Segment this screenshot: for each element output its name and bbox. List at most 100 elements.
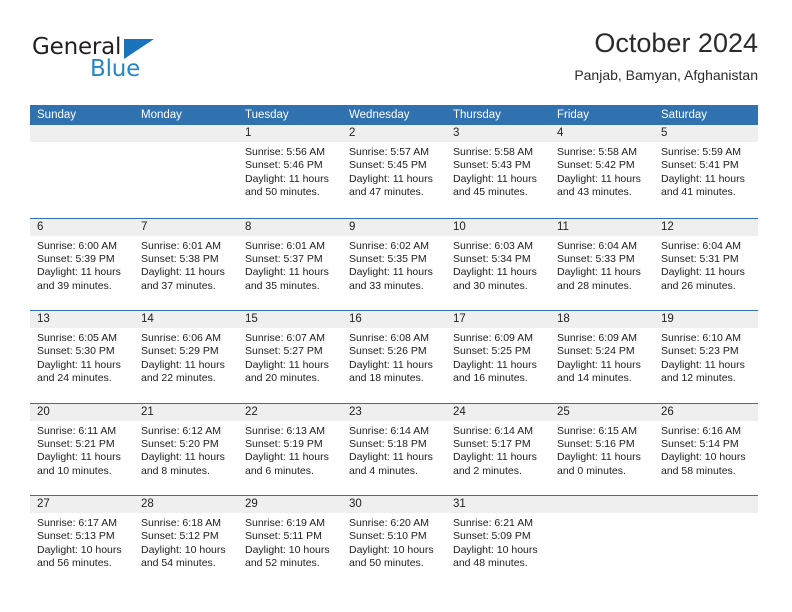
day-number bbox=[134, 125, 238, 142]
daylight-text: Daylight: 11 hours and 22 minutes. bbox=[141, 358, 225, 385]
weekday-header-wednesday: Wednesday bbox=[349, 109, 410, 121]
calendar-day-cell[interactable]: 11 Sunrise: 6:04 AM Sunset: 5:33 PM Dayligh… bbox=[550, 218, 654, 310]
day-number: 8 bbox=[238, 218, 342, 236]
day-details: Sunrise: 6:06 AM Sunset: 5:29 PM Daylight:… bbox=[134, 328, 238, 386]
day-number: 26 bbox=[654, 403, 758, 421]
sunset-text: Sunset: 5:09 PM bbox=[453, 530, 531, 543]
calendar-day-cell[interactable]: 2 Sunrise: 5:57 AM Sunset: 5:45 PM Daylight… bbox=[342, 125, 446, 218]
calendar-day-cell[interactable]: 7 Sunrise: 6:01 AM Sunset: 5:38 PM Daylight… bbox=[134, 218, 238, 310]
calendar-day-cell[interactable]: 21 Sunrise: 6:12 AM Sunset: 5:20 PM Dayligh… bbox=[134, 403, 238, 495]
day-number: 18 bbox=[550, 311, 654, 328]
calendar-day-cell[interactable]: 9 Sunrise: 6:02 AM Sunset: 5:35 PM Daylight… bbox=[342, 218, 446, 310]
daylight-text: Daylight: 10 hours and 48 minutes. bbox=[453, 543, 538, 570]
calendar-day-cell[interactable]: 3 Sunrise: 5:58 AM Sunset: 5:43 PM Daylight… bbox=[446, 125, 550, 218]
day-number: 1 bbox=[238, 125, 342, 142]
calendar-day-cell-empty bbox=[550, 496, 654, 588]
daylight-text: Daylight: 11 hours and 33 minutes. bbox=[349, 266, 433, 292]
sunrise-text: Sunrise: 6:06 AM bbox=[141, 332, 221, 344]
day-number bbox=[550, 496, 654, 513]
day-number: 24 bbox=[446, 403, 550, 421]
daylight-text: Daylight: 10 hours and 58 minutes. bbox=[661, 451, 746, 477]
calendar-day-cell[interactable]: 8 Sunrise: 6:01 AM Sunset: 5:37 PM Daylight… bbox=[238, 218, 342, 310]
day-number: 30 bbox=[342, 496, 446, 513]
day-details: Sunrise: 6:12 AM Sunset: 5:20 PM Daylight:… bbox=[134, 421, 238, 479]
day-details: Sunrise: 6:05 AM Sunset: 5:30 PM Daylight:… bbox=[30, 328, 134, 386]
daylight-text: Daylight: 10 hours and 56 minutes. bbox=[37, 543, 122, 570]
day-details: Sunrise: 6:17 AM Sunset: 5:13 PM Daylight:… bbox=[30, 513, 134, 571]
day-details: Sunrise: 6:19 AM Sunset: 5:11 PM Daylight:… bbox=[238, 513, 342, 571]
calendar-day-cell[interactable]: 24 Sunrise: 6:14 AM Sunset: 5:17 PM Dayligh… bbox=[446, 403, 550, 495]
sunrise-text: Sunrise: 6:02 AM bbox=[349, 239, 429, 252]
daylight-text: Daylight: 11 hours and 43 minutes. bbox=[557, 172, 641, 199]
sunset-text: Sunset: 5:34 PM bbox=[453, 252, 531, 265]
sunrise-text: Sunrise: 5:58 AM bbox=[453, 146, 533, 158]
calendar-week-row: 1 Sunrise: 5:56 AM Sunset: 5:46 PM Daylight… bbox=[30, 125, 758, 218]
day-details: Sunrise: 5:57 AM Sunset: 5:45 PM Daylight:… bbox=[342, 142, 446, 200]
calendar-week-row: 20 Sunrise: 6:11 AM Sunset: 5:21 PM Dayligh… bbox=[30, 402, 758, 495]
page-title: October 2024 bbox=[594, 28, 758, 58]
sunset-text: Sunset: 5:12 PM bbox=[141, 530, 219, 543]
day-details: Sunrise: 5:56 AM Sunset: 5:46 PM Daylight:… bbox=[238, 142, 342, 200]
day-number: 28 bbox=[134, 496, 238, 513]
day-number bbox=[654, 496, 758, 513]
calendar-day-cell[interactable]: 16 Sunrise: 6:08 AM Sunset: 5:26 PM Dayligh… bbox=[342, 311, 446, 403]
day-number: 16 bbox=[342, 311, 446, 328]
daylight-text: Daylight: 11 hours and 24 minutes. bbox=[37, 358, 121, 385]
calendar-day-cell[interactable]: 15 Sunrise: 6:07 AM Sunset: 5:27 PM Dayligh… bbox=[238, 311, 342, 403]
sunrise-text: Sunrise: 6:16 AM bbox=[661, 424, 741, 437]
sunset-text: Sunset: 5:14 PM bbox=[661, 437, 739, 450]
calendar-day-cell[interactable]: 20 Sunrise: 6:11 AM Sunset: 5:21 PM Dayligh… bbox=[30, 403, 134, 495]
calendar-day-cell[interactable]: 19 Sunrise: 6:10 AM Sunset: 5:23 PM Dayligh… bbox=[654, 311, 758, 403]
daylight-text: Daylight: 10 hours and 50 minutes. bbox=[349, 543, 434, 570]
calendar-day-cell[interactable]: 22 Sunrise: 6:13 AM Sunset: 5:19 PM Dayligh… bbox=[238, 403, 342, 495]
daylight-text: Daylight: 11 hours and 8 minutes. bbox=[141, 451, 225, 477]
calendar-day-cell[interactable]: 29 Sunrise: 6:19 AM Sunset: 5:11 PM Dayligh… bbox=[238, 496, 342, 588]
sunrise-text: Sunrise: 6:17 AM bbox=[37, 517, 117, 529]
sunrise-text: Sunrise: 6:04 AM bbox=[557, 239, 637, 252]
day-number: 3 bbox=[446, 125, 550, 142]
calendar-day-cell[interactable]: 28 Sunrise: 6:18 AM Sunset: 5:12 PM Dayligh… bbox=[134, 496, 238, 588]
calendar-day-cell[interactable]: 27 Sunrise: 6:17 AM Sunset: 5:13 PM Dayligh… bbox=[30, 496, 134, 588]
calendar-day-cell[interactable]: 6 Sunrise: 6:00 AM Sunset: 5:39 PM Daylight… bbox=[30, 218, 134, 310]
generalblue-logo[interactable]: General Blue bbox=[30, 34, 250, 92]
calendar-day-cell[interactable]: 10 Sunrise: 6:03 AM Sunset: 5:34 PM Dayligh… bbox=[446, 218, 550, 310]
calendar-day-cell[interactable]: 5 Sunrise: 5:59 AM Sunset: 5:41 PM Daylight… bbox=[654, 125, 758, 218]
day-details: Sunrise: 6:07 AM Sunset: 5:27 PM Daylight:… bbox=[238, 328, 342, 386]
calendar-day-cell[interactable]: 18 Sunrise: 6:09 AM Sunset: 5:24 PM Dayligh… bbox=[550, 311, 654, 403]
weekday-header-friday: Friday bbox=[557, 109, 589, 121]
day-details: Sunrise: 6:14 AM Sunset: 5:18 PM Daylight:… bbox=[342, 421, 446, 479]
sunset-text: Sunset: 5:29 PM bbox=[141, 345, 219, 358]
calendar-day-cell[interactable]: 12 Sunrise: 6:04 AM Sunset: 5:31 PM Dayligh… bbox=[654, 218, 758, 310]
calendar-day-cell[interactable]: 4 Sunrise: 5:58 AM Sunset: 5:42 PM Daylight… bbox=[550, 125, 654, 218]
day-number: 22 bbox=[238, 403, 342, 421]
page-subtitle: Panjab, Bamyan, Afghanistan bbox=[574, 67, 758, 83]
weekday-header-monday: Monday bbox=[141, 109, 182, 121]
calendar-day-cell[interactable]: 30 Sunrise: 6:20 AM Sunset: 5:10 PM Dayligh… bbox=[342, 496, 446, 588]
daylight-text: Daylight: 11 hours and 47 minutes. bbox=[349, 172, 433, 199]
sunrise-text: Sunrise: 6:01 AM bbox=[245, 239, 325, 252]
sunset-text: Sunset: 5:39 PM bbox=[37, 252, 115, 265]
daylight-text: Daylight: 11 hours and 30 minutes. bbox=[453, 266, 537, 292]
day-details: Sunrise: 6:14 AM Sunset: 5:17 PM Daylight:… bbox=[446, 421, 550, 479]
day-number: 27 bbox=[30, 496, 134, 513]
sunrise-text: Sunrise: 5:58 AM bbox=[557, 146, 637, 158]
calendar-week-row: 13 Sunrise: 6:05 AM Sunset: 5:30 PM Dayligh… bbox=[30, 310, 758, 403]
sunrise-text: Sunrise: 5:56 AM bbox=[245, 146, 325, 158]
calendar-day-cell[interactable]: 31 Sunrise: 6:21 AM Sunset: 5:09 PM Dayligh… bbox=[446, 496, 550, 588]
calendar-day-cell[interactable]: 26 Sunrise: 6:16 AM Sunset: 5:14 PM Dayligh… bbox=[654, 403, 758, 495]
day-number: 31 bbox=[446, 496, 550, 513]
calendar-day-cell[interactable]: 14 Sunrise: 6:06 AM Sunset: 5:29 PM Dayligh… bbox=[134, 311, 238, 403]
sunrise-text: Sunrise: 6:14 AM bbox=[453, 424, 533, 437]
daylight-text: Daylight: 11 hours and 16 minutes. bbox=[453, 358, 537, 385]
calendar-day-cell[interactable]: 23 Sunrise: 6:14 AM Sunset: 5:18 PM Dayligh… bbox=[342, 403, 446, 495]
calendar-day-cell[interactable]: 1 Sunrise: 5:56 AM Sunset: 5:46 PM Daylight… bbox=[238, 125, 342, 218]
sunset-text: Sunset: 5:35 PM bbox=[349, 252, 427, 265]
day-details: Sunrise: 6:04 AM Sunset: 5:33 PM Daylight:… bbox=[550, 236, 654, 294]
daylight-text: Daylight: 11 hours and 0 minutes. bbox=[557, 451, 641, 477]
day-details: Sunrise: 6:00 AM Sunset: 5:39 PM Daylight:… bbox=[30, 236, 134, 294]
sunset-text: Sunset: 5:18 PM bbox=[349, 437, 427, 450]
calendar-day-cell[interactable]: 17 Sunrise: 6:09 AM Sunset: 5:25 PM Dayligh… bbox=[446, 311, 550, 403]
calendar-day-cell[interactable]: 25 Sunrise: 6:15 AM Sunset: 5:16 PM Dayligh… bbox=[550, 403, 654, 495]
sunset-text: Sunset: 5:45 PM bbox=[349, 159, 427, 172]
calendar-day-cell[interactable]: 13 Sunrise: 6:05 AM Sunset: 5:30 PM Dayligh… bbox=[30, 311, 134, 403]
